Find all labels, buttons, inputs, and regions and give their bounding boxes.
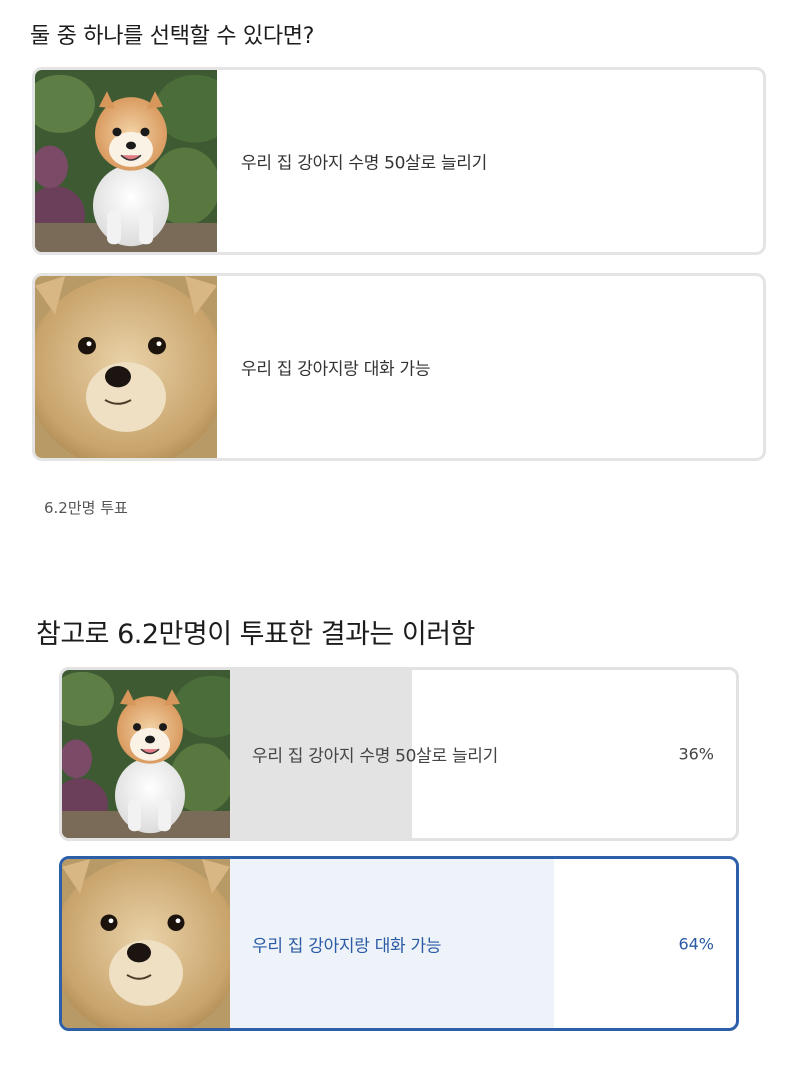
results-title: 참고로 6.2만명이 투표한 결과는 이러함 [36,619,475,650]
white-pomeranian-photo [35,70,217,252]
result-option-label: 우리 집 강아지랑 대화 가능 [252,936,442,956]
poll-question: 둘 중 하나를 선택할 수 있다면? [30,24,315,49]
fluffy-pomeranian-face-photo [35,276,217,458]
poll-option-lifespan[interactable]: 우리 집 강아지 수명 50살로 늘리기 [32,67,766,255]
fluffy-pomeranian-face-photo [62,859,230,1028]
vote-count: 6.2만명 투표 [44,499,128,517]
result-option-talk: 우리 집 강아지랑 대화 가능 64% [59,856,739,1031]
result-option-lifespan: 우리 집 강아지 수명 50살로 늘리기 36% [59,667,739,841]
result-percent: 64% [678,934,714,953]
poll-option-talk[interactable]: 우리 집 강아지랑 대화 가능 [32,273,766,461]
result-percent: 36% [678,744,714,764]
white-pomeranian-photo [62,670,230,838]
poll-option-label: 우리 집 강아지랑 대화 가능 [241,359,431,380]
result-option-label: 우리 집 강아지 수명 50살로 늘리기 [252,746,498,767]
poll-option-label: 우리 집 강아지 수명 50살로 늘리기 [241,153,487,174]
